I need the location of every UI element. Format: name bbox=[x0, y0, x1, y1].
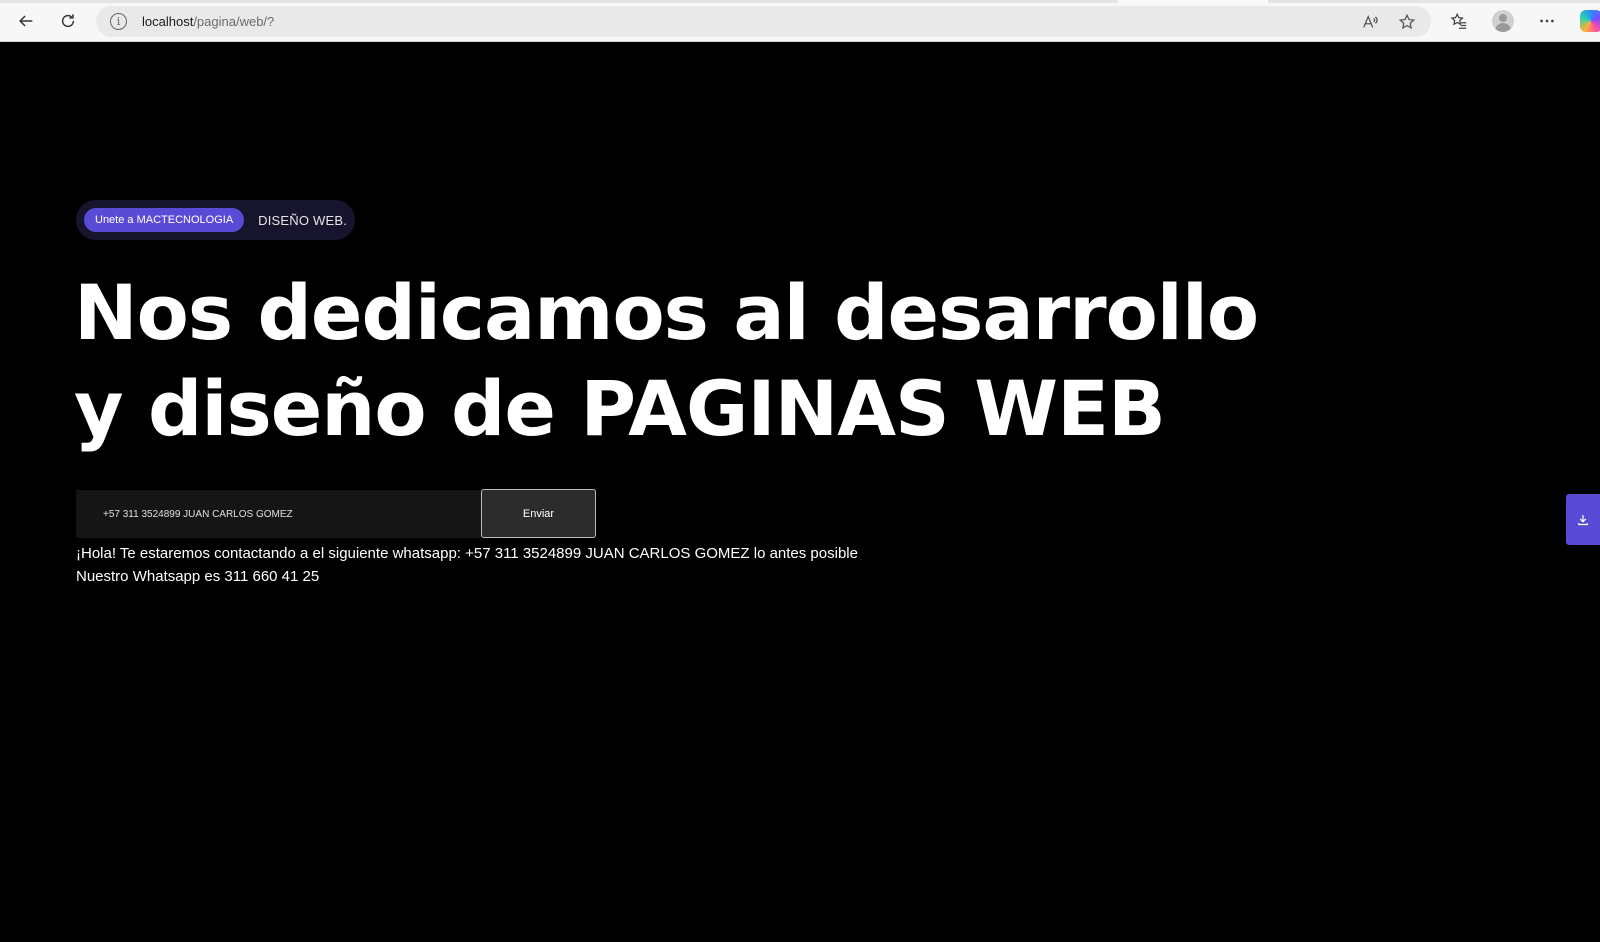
info-icon[interactable]: i bbox=[110, 13, 127, 30]
address-url[interactable]: localhost/pagina/web/? bbox=[142, 14, 274, 29]
contact-form: Enviar bbox=[76, 489, 596, 538]
confirmation-text: ¡Hola! Te estaremos contactando a el sig… bbox=[76, 545, 858, 562]
address-bar[interactable]: i localhost/pagina/web/? bbox=[96, 6, 1431, 37]
copilot-icon[interactable] bbox=[1580, 10, 1600, 32]
star-icon[interactable] bbox=[1397, 12, 1417, 32]
headline-line-2: y diseño de PAGINAS WEB bbox=[74, 364, 1166, 453]
headline-line-1: Nos dedicamos al desarrollo bbox=[74, 268, 1259, 357]
tab-strip bbox=[0, 0, 1600, 3]
join-badge[interactable]: Unete a MACTECNOLOGIA bbox=[84, 208, 245, 232]
favorites-icon[interactable] bbox=[1448, 10, 1470, 32]
refresh-icon[interactable] bbox=[54, 7, 82, 35]
read-aloud-icon[interactable] bbox=[1360, 12, 1380, 32]
page-title: Nos dedicamos al desarrollo y diseño de … bbox=[74, 265, 1274, 457]
more-icon[interactable] bbox=[1536, 10, 1558, 32]
confirmation-message: ¡Hola! Te estaremos contactando a el sig… bbox=[76, 542, 858, 588]
hero-pill: Unete a MACTECNOLOGIA DISEÑO WEB. bbox=[76, 200, 356, 240]
page-content: Unete a MACTECNOLOGIA DISEÑO WEB. Nos de… bbox=[0, 43, 1600, 942]
browser-toolbar: i localhost/pagina/web/? bbox=[0, 0, 1600, 42]
profile-icon[interactable] bbox=[1492, 10, 1514, 32]
send-button[interactable]: Enviar bbox=[481, 489, 596, 538]
whatsapp-info-text: Nuestro Whatsapp es 311 660 41 25 bbox=[76, 568, 320, 585]
pill-label: DISEÑO WEB. bbox=[258, 212, 348, 228]
download-icon[interactable] bbox=[1566, 494, 1600, 545]
url-host: localhost bbox=[142, 14, 194, 29]
back-arrow-icon[interactable] bbox=[12, 7, 40, 35]
phone-input[interactable] bbox=[76, 490, 481, 538]
url-path: /pagina/web/? bbox=[193, 14, 275, 29]
